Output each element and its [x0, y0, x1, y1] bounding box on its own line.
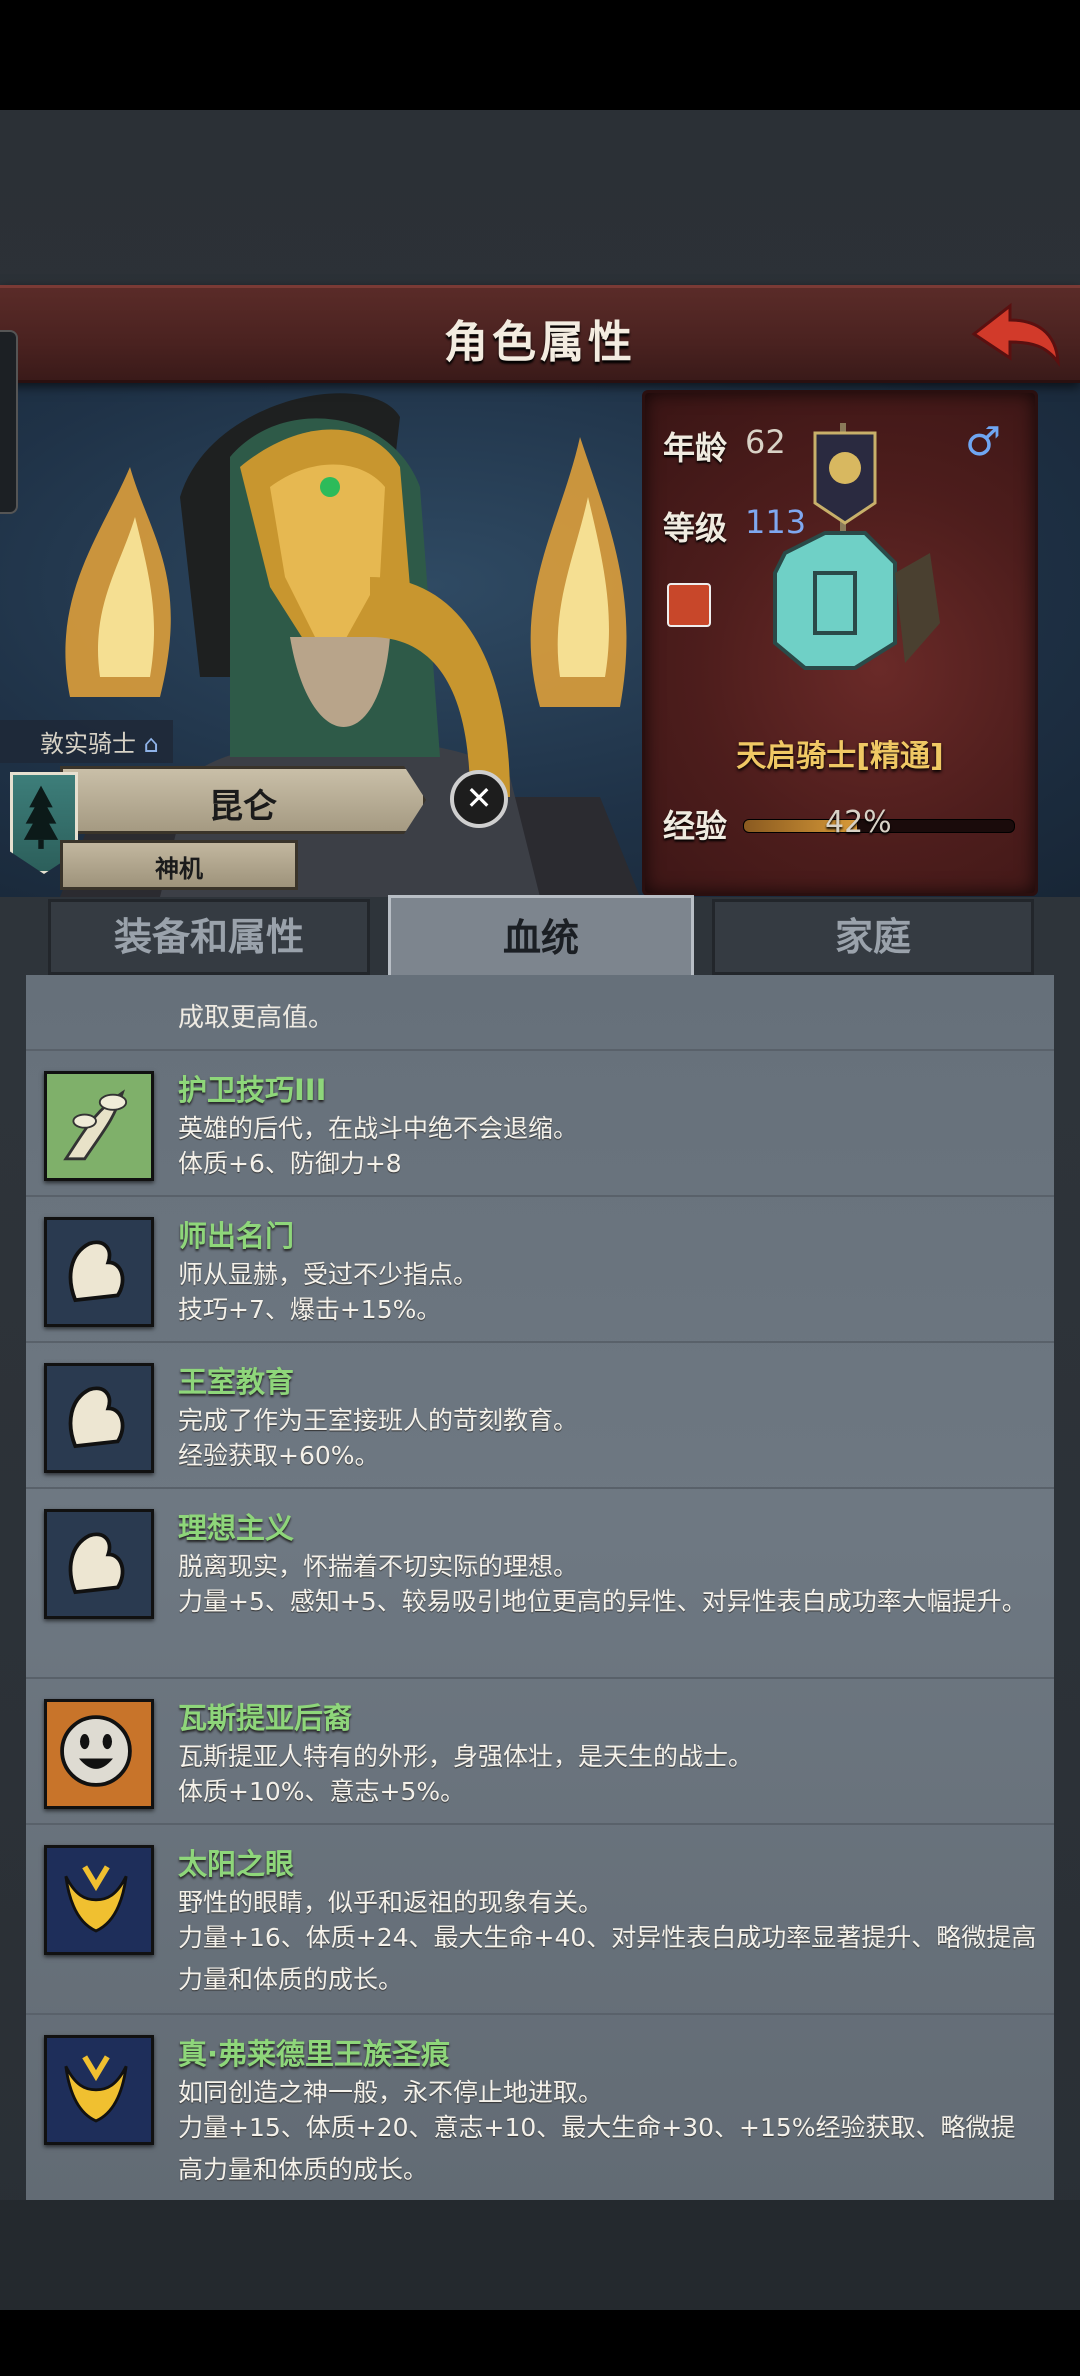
character-subtitle: 神机: [155, 855, 203, 883]
muscle-arm-icon: [44, 1363, 154, 1473]
trait-item[interactable]: 理想主义 脱离现实，怀揣着不切实际的理想。 力量+5、感知+5、较易吸引地位更高…: [26, 1487, 1054, 1679]
leaf-arm-icon: [44, 1071, 154, 1181]
trait-description: 英雄的后代，在战斗中绝不会退缩。: [178, 1114, 579, 1143]
class-name: 天启骑士[精通]: [736, 739, 944, 774]
smiley-face-icon: [44, 1699, 154, 1809]
trait-list[interactable]: 成取更高值。 护卫技巧III 英雄的后代，在战斗中绝不会退缩。 体质+6、防御力…: [26, 975, 1054, 2200]
trait-effect: 力量+5、感知+5、较易吸引地位更高的异性、对异性表白成功率大幅提升。: [178, 1587, 1027, 1616]
close-icon[interactable]: ✕: [450, 770, 508, 828]
house-icon: ⌂: [143, 730, 159, 758]
stats-panel: 年龄 62 ♂ 等级 113 天启骑士[精通] 经验 42%: [642, 390, 1038, 896]
skill-badge-icon[interactable]: [667, 583, 711, 627]
trait-effect: 体质+10%、意志+5%。: [178, 1777, 466, 1806]
nav-bar-area: [0, 2310, 1080, 2376]
back-arrow-icon[interactable]: [966, 298, 1062, 370]
tab-bloodline[interactable]: 血统: [388, 895, 694, 981]
character-title-tag: 敦实骑士 ⌂: [0, 720, 173, 763]
character-name: 昆仑: [209, 787, 277, 827]
subtitle-plate: 神机: [60, 840, 298, 890]
trait-name: 王室教育: [178, 1365, 295, 1399]
trait-effect: 经验获取+60%。: [178, 1441, 380, 1470]
trait-name: 护卫技巧III: [178, 1073, 327, 1107]
partial-trait-text: 成取更高值。: [178, 1003, 335, 1033]
trait-item[interactable]: 真·弗莱德里王族圣痕 如同创造之神一般，永不停止地进取。 力量+15、体质+20…: [26, 2013, 1054, 2200]
golden-eye-icon: [44, 2035, 154, 2145]
status-bar-area: [0, 0, 1080, 110]
character-title: 敦实骑士: [40, 730, 136, 758]
trait-name: 师出名门: [178, 1219, 295, 1253]
trait-item[interactable]: 太阳之眼 野性的眼睛，似乎和返祖的现象有关。 力量+16、体质+24、最大生命+…: [26, 1823, 1054, 2015]
trait-effect: 力量+16、体质+24、最大生命+40、对异性表白成功率显著提升、略微提高力量和…: [178, 1923, 1037, 1994]
name-plate: 昆仑: [60, 766, 426, 834]
knight-class-icon: [773, 423, 940, 670]
trait-name: 太阳之眼: [178, 1847, 295, 1881]
trait-name: 理想主义: [178, 1511, 295, 1545]
header-bar: 角色属性: [0, 285, 1080, 383]
exp-percent: 42%: [825, 805, 892, 840]
age-label: 年龄: [663, 429, 728, 467]
bottom-frame: [0, 2200, 1080, 2310]
muscle-arm-icon: [44, 1217, 154, 1327]
side-drawer-handle[interactable]: [0, 330, 18, 514]
trait-effect: 力量+15、体质+20、意志+10、最大生命+30、+15%经验获取、略微提高力…: [178, 2113, 1016, 2184]
trait-item[interactable]: 王室教育 完成了作为王室接班人的苛刻教育。 经验获取+60%。: [26, 1341, 1054, 1489]
gender-male-icon: ♂: [965, 419, 1001, 465]
muscle-arm-icon: [44, 1509, 154, 1619]
trait-name: 瓦斯提亚后裔: [178, 1701, 353, 1735]
tab-family[interactable]: 家庭: [712, 899, 1034, 975]
exp-label: 经验: [663, 807, 728, 845]
trait-effect: 体质+6、防御力+8: [178, 1149, 402, 1178]
trait-item[interactable]: 师出名门 师从显赫，受过不少指点。 技巧+7、爆击+15%。: [26, 1195, 1054, 1343]
trait-description: 如同创造之神一般，永不停止地进取。: [178, 2078, 604, 2107]
golden-eye-icon: [44, 1845, 154, 1955]
trait-description: 完成了作为王室接班人的苛刻教育。: [178, 1406, 579, 1435]
trait-effect: 技巧+7、爆击+15%。: [178, 1295, 442, 1324]
page-title: 角色属性: [444, 317, 636, 368]
trait-description: 瓦斯提亚人特有的外形，身强体壮，是天生的战士。: [178, 1742, 754, 1771]
tab-equipment[interactable]: 装备和属性: [48, 899, 370, 975]
tab-bar: 装备和属性 血统 家庭: [40, 895, 1040, 981]
trait-description: 脱离现实，怀揣着不切实际的理想。: [178, 1552, 579, 1581]
trait-item[interactable]: 瓦斯提亚后裔 瓦斯提亚人特有的外形，身强体壮，是天生的战士。 体质+10%、意志…: [26, 1677, 1054, 1825]
trait-item[interactable]: 护卫技巧III 英雄的后代，在战斗中绝不会退缩。 体质+6、防御力+8: [26, 1049, 1054, 1197]
trait-name: 真·弗莱德里王族圣痕: [178, 2037, 451, 2071]
trait-description: 师从显赫，受过不少指点。: [178, 1260, 479, 1289]
level-label: 等级: [663, 509, 728, 547]
trait-description: 野性的眼睛，似乎和返祖的现象有关。: [178, 1888, 604, 1917]
